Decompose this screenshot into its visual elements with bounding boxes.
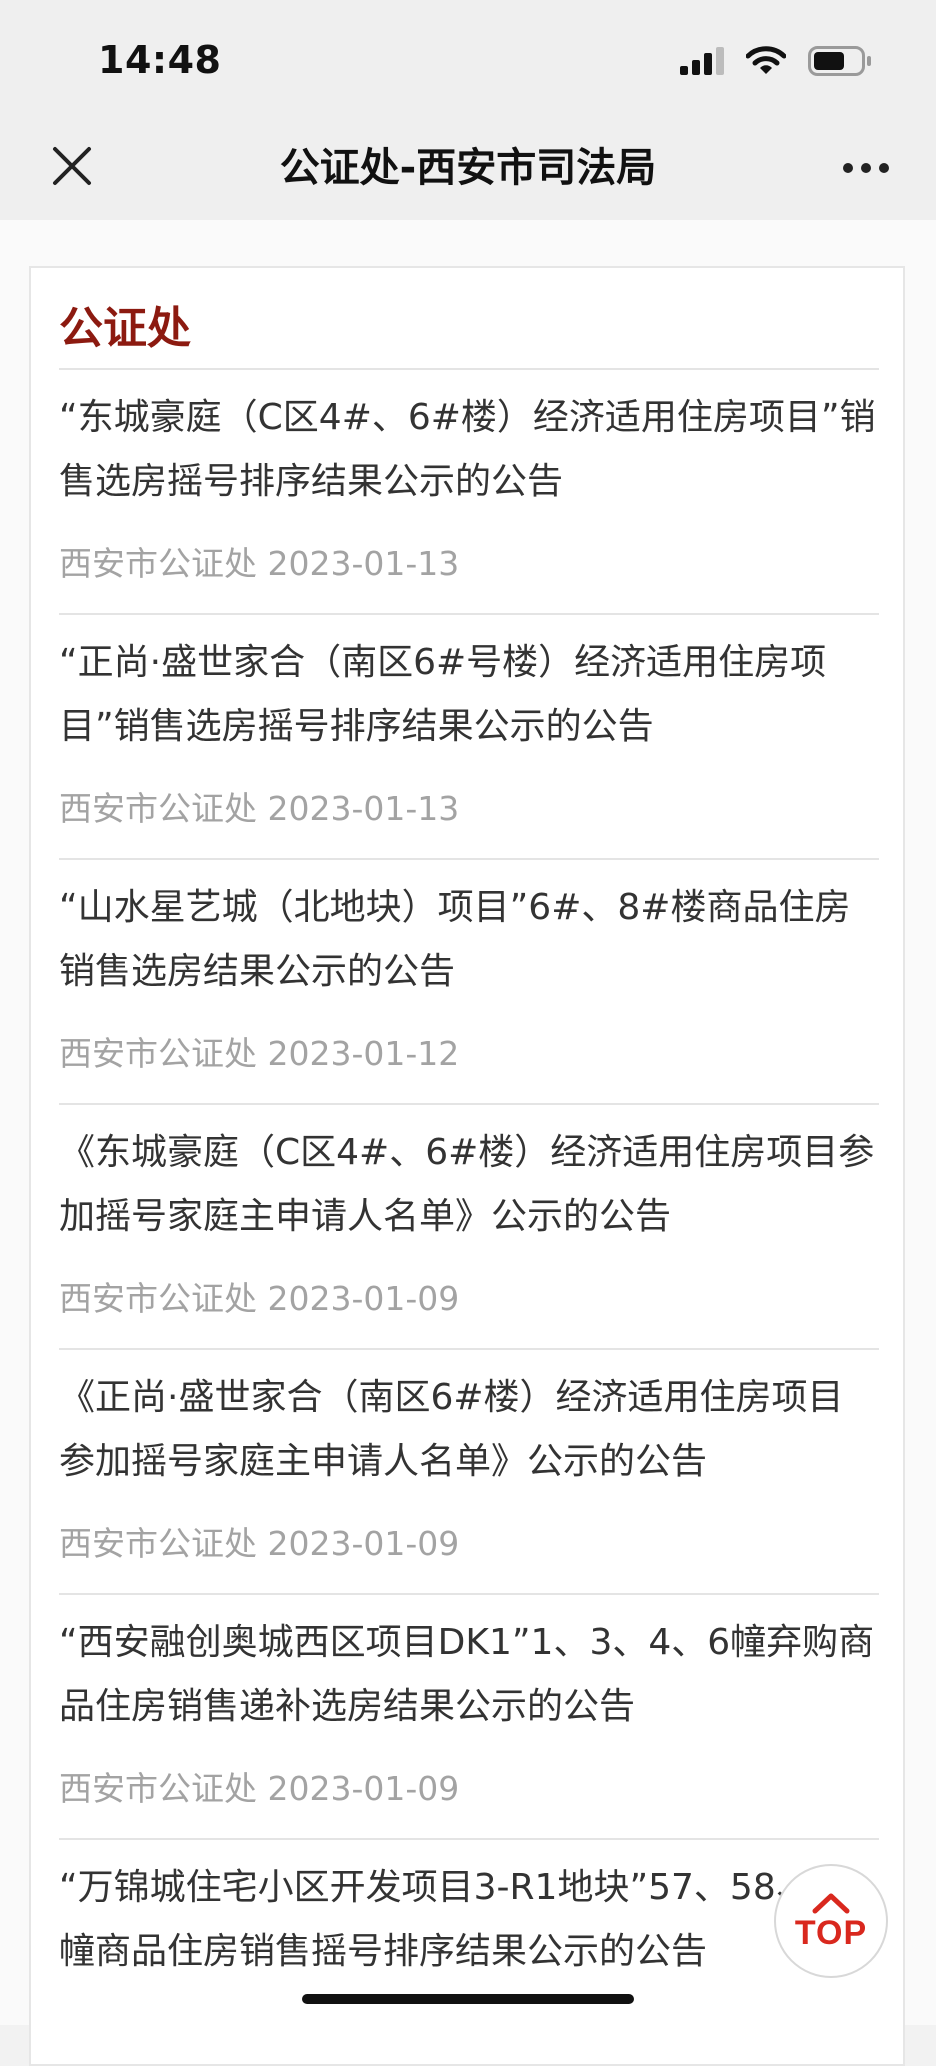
signal-icon [680,47,724,79]
list-item[interactable]: “山水星艺城（北地块）项目”6#、8#楼商品住房销售选房结果公示的公告 西安市公… [59,860,879,1105]
more-dots-icon [842,159,890,178]
status-bar: 14:48 [0,0,936,120]
close-icon [52,146,92,190]
page-title: 公证处-西安市司法局 [279,145,657,191]
item-title[interactable]: “正尚·盛世家合（南区6#号楼）经济适用住房项目”销售选房摇号排序结果公示的公告 [59,631,879,759]
list-item[interactable]: 《东城豪庭（C区4#、6#楼）经济适用住房项目参加摇号家庭主申请人名单》公示的公… [59,1105,879,1350]
item-title[interactable]: “西安融创奥城西区项目DK1”1、3、4、6幢弃购商品住房销售递补选房结果公示的… [59,1611,879,1739]
item-meta: 西安市公证处 2023-01-12 [59,1034,460,1073]
list-item[interactable]: 《正尚·盛世家合（南区6#楼）经济适用住房项目参加摇号家庭主申请人名单》公示的公… [59,1350,879,1595]
battery-icon [808,46,872,80]
top-label: TOP [794,1914,868,1952]
item-title[interactable]: “山水星艺城（北地块）项目”6#、8#楼商品住房销售选房结果公示的公告 [59,876,879,1004]
close-button[interactable] [44,140,100,196]
item-meta: 西安市公证处 2023-01-13 [59,544,460,583]
notice-list: “东城豪庭（C区4#、6#楼）经济适用住房项目”销售选房摇号排序结果公示的公告 … [59,370,879,2064]
item-title[interactable]: 《正尚·盛世家合（南区6#楼）经济适用住房项目参加摇号家庭主申请人名单》公示的公… [59,1366,879,1494]
item-meta: 西安市公证处 2023-01-09 [59,1769,460,1808]
section-title: 公证处 [59,303,191,354]
back-to-top-button[interactable]: TOP [774,1864,888,1978]
notice-card: 公证处 “东城豪庭（C区4#、6#楼）经济适用住房项目”销售选房摇号排序结果公示… [29,266,905,2066]
item-title[interactable]: “万锦城住宅小区开发项目3-R1地块”57、58、71幢商品住房销售摇号排序结果… [59,1856,879,1984]
list-item[interactable]: “正尚·盛世家合（南区6#号楼）经济适用住房项目”销售选房摇号排序结果公示的公告… [59,615,879,860]
item-meta: 西安市公证处 2023-01-09 [59,1279,460,1318]
list-item[interactable]: “东城豪庭（C区4#、6#楼）经济适用住房项目”销售选房摇号排序结果公示的公告 … [59,370,879,615]
item-title[interactable]: “东城豪庭（C区4#、6#楼）经济适用住房项目”销售选房摇号排序结果公示的公告 [59,386,879,514]
wifi-icon [745,46,787,80]
item-meta: 西安市公证处 2023-01-09 [59,1524,460,1563]
list-item[interactable]: “西安融创奥城西区项目DK1”1、3、4、6幢弃购商品住房销售递补选房结果公示的… [59,1595,879,1840]
item-title[interactable]: 《东城豪庭（C区4#、6#楼）经济适用住房项目参加摇号家庭主申请人名单》公示的公… [59,1121,879,1249]
content-area: 公证处 “东城豪庭（C区4#、6#楼）经济适用住房项目”销售选房摇号排序结果公示… [0,220,936,2066]
more-button[interactable] [836,140,896,196]
list-item[interactable]: “万锦城住宅小区开发项目3-R1地块”57、58、71幢商品住房销售摇号排序结果… [59,1840,879,2064]
status-time: 14:48 [98,38,222,82]
home-indicator [302,1994,634,2004]
nav-bar: 公证处-西安市司法局 [0,120,936,220]
item-meta: 西安市公证处 2023-01-13 [59,789,460,828]
status-icons [680,46,872,80]
